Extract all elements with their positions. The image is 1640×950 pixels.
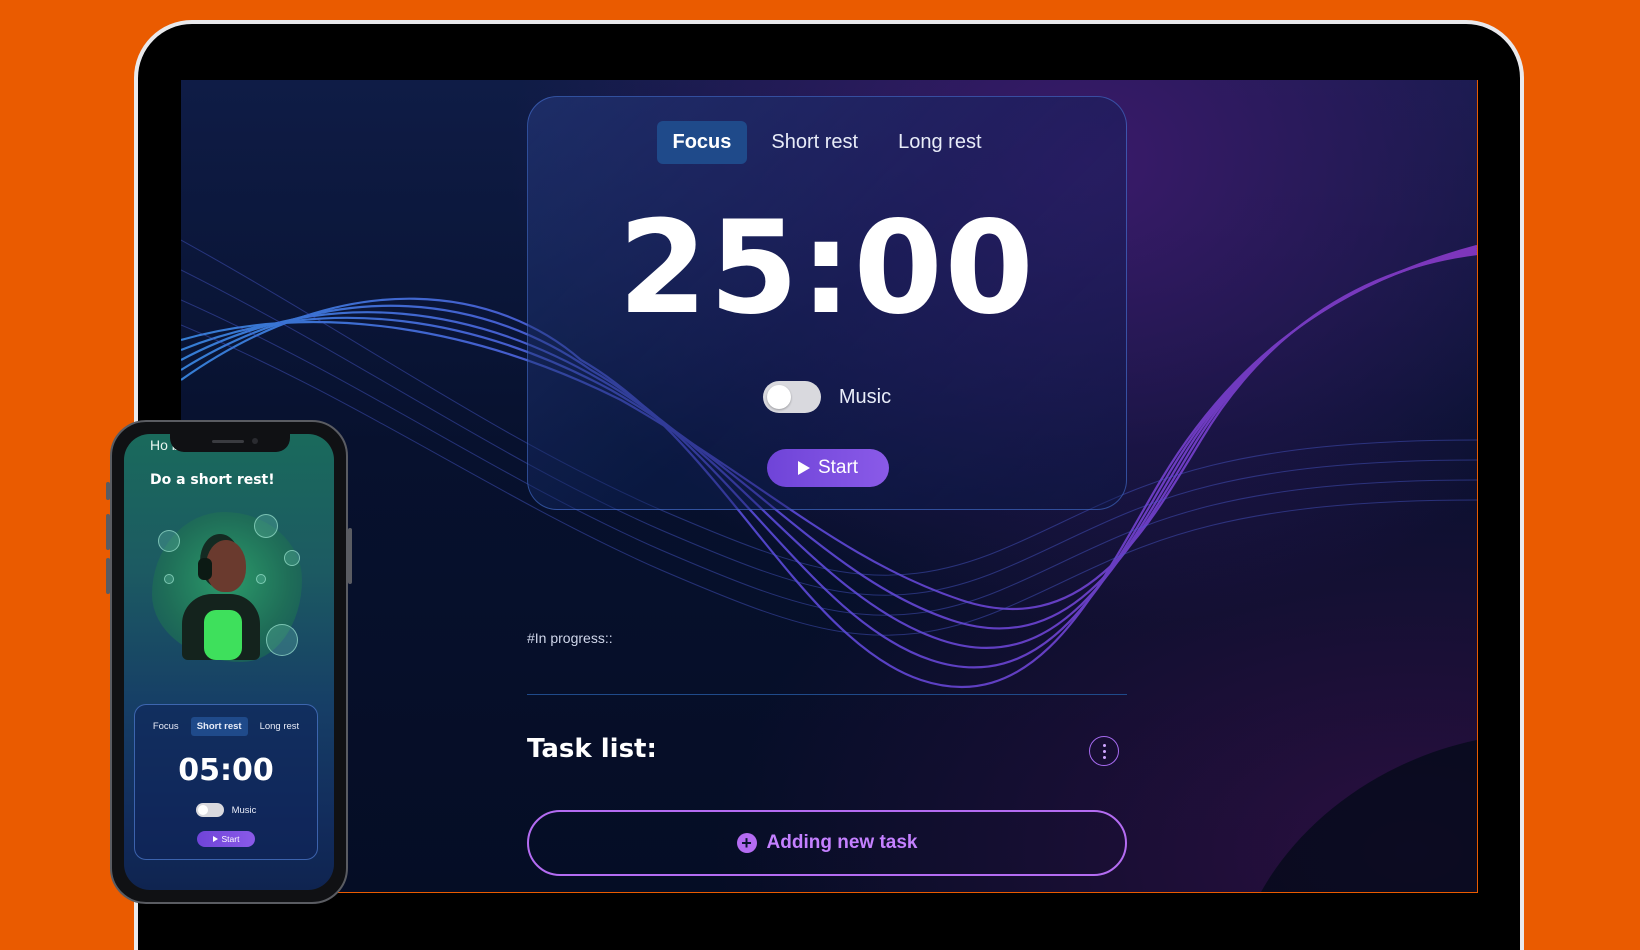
in-progress-label: #In progress:: xyxy=(527,630,613,646)
phone-power-button xyxy=(348,528,352,584)
mobile-tab-focus[interactable]: Focus xyxy=(147,717,185,736)
timer-display: 25:00 xyxy=(618,194,1036,343)
mobile-timer-card: Focus Short rest Long rest 05:00 Music S… xyxy=(134,704,318,860)
toggle-knob xyxy=(766,385,791,409)
phone-volume-up xyxy=(106,514,110,550)
bubble xyxy=(266,624,298,656)
start-button[interactable]: Start xyxy=(767,449,889,487)
divider xyxy=(527,694,1127,695)
add-task-button[interactable]: + Adding new task xyxy=(527,810,1127,876)
bubble xyxy=(158,530,180,552)
mobile-tab-short-rest[interactable]: Short rest xyxy=(190,717,248,736)
music-label: Music xyxy=(838,385,892,408)
mobile-music-row: Music xyxy=(135,803,317,817)
app-screen: Focus Short rest Long rest 25:00 Music S… xyxy=(181,80,1478,893)
task-list-title: Task list: xyxy=(527,734,657,764)
headphones-icon xyxy=(198,558,212,580)
tab-focus[interactable]: Focus xyxy=(656,121,748,164)
timer-card: Focus Short rest Long rest 25:00 Music S… xyxy=(527,96,1127,510)
bubble xyxy=(284,550,300,566)
bubble xyxy=(256,574,266,584)
play-icon xyxy=(212,836,218,842)
mobile-start-button[interactable]: Start xyxy=(197,831,255,847)
mobile-tab-long-rest[interactable]: Long rest xyxy=(254,717,306,736)
mode-tabs: Focus Short rest Long rest xyxy=(528,121,1126,164)
bubble xyxy=(164,574,174,584)
phone-notch xyxy=(170,434,290,452)
mobile-mode-tabs: Focus Short rest Long rest xyxy=(135,717,317,736)
start-label: Start xyxy=(817,457,859,478)
tab-long-rest[interactable]: Long rest xyxy=(882,121,997,164)
phone-side-button xyxy=(106,482,110,500)
tab-short-rest[interactable]: Short rest xyxy=(755,121,874,164)
mobile-headline: Do a short rest! xyxy=(150,472,275,488)
phone-frame: Ho breath?, Do a short rest! Focus Short… xyxy=(106,420,352,904)
mobile-start-label: Start xyxy=(221,834,240,844)
mobile-screen: Ho breath?, Do a short rest! Focus Short… xyxy=(124,434,334,890)
more-vertical-icon xyxy=(1102,743,1106,747)
bubble xyxy=(254,514,278,538)
music-toggle[interactable] xyxy=(762,381,821,413)
more-options-button[interactable] xyxy=(1089,736,1119,766)
mobile-music-toggle[interactable] xyxy=(195,803,224,817)
music-row: Music xyxy=(528,381,1126,413)
mobile-music-label: Music xyxy=(231,804,257,816)
add-task-label: Adding new task xyxy=(766,832,918,853)
plus-circle-icon: + xyxy=(736,833,757,853)
play-icon xyxy=(797,461,810,475)
phone-volume-down xyxy=(106,558,110,594)
mobile-timer-display: 05:00 xyxy=(178,753,274,788)
